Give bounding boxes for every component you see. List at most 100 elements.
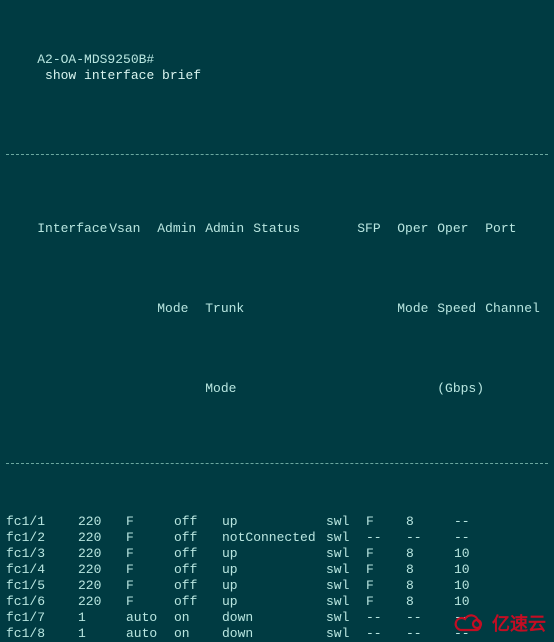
cell-oper-speed: 8 <box>406 594 454 610</box>
cell-admin-trunk: on <box>174 610 222 626</box>
header-row-3: Mode (Gbps) <box>6 365 548 413</box>
cell-admin-mode: F <box>126 594 174 610</box>
cell-admin-trunk: off <box>174 530 222 546</box>
cell-oper-mode: -- <box>366 610 406 626</box>
cell-vsan: 220 <box>78 546 126 562</box>
cell-sfp: swl <box>326 594 366 610</box>
divider-bottom <box>6 463 548 464</box>
cell-sfp: swl <box>326 514 366 530</box>
cell-admin-mode: F <box>126 562 174 578</box>
prompt-line: A2-OA-MDS9250B# show interface brief <box>6 36 548 100</box>
cell-vsan: 220 <box>78 594 126 610</box>
cell-sfp: swl <box>326 610 366 626</box>
cell-interface: fc1/5 <box>6 578 78 594</box>
cell-oper-mode: -- <box>366 626 406 642</box>
cell-vsan: 1 <box>78 626 126 642</box>
cell-port-channel: -- <box>454 514 514 530</box>
header-row-1: InterfaceVsanAdminAdminStatusSFPOperOper… <box>6 205 548 253</box>
cell-vsan: 220 <box>78 530 126 546</box>
table-row: fc1/2220FoffnotConnectedswl------ <box>6 530 548 546</box>
header-row-2: ModeTrunkModeSpeedChannel <box>6 285 548 333</box>
cell-sfp: swl <box>326 562 366 578</box>
cell-vsan: 1 <box>78 610 126 626</box>
cell-admin-mode: auto <box>126 626 174 642</box>
cell-oper-speed: 8 <box>406 562 454 578</box>
table-row: fc1/6220FoffupswlF810 <box>6 594 548 610</box>
cell-sfp: swl <box>326 626 366 642</box>
cell-interface: fc1/6 <box>6 594 78 610</box>
cell-admin-mode: F <box>126 546 174 562</box>
hdr-port-channel-2: Channel <box>485 301 545 317</box>
cell-status: down <box>222 626 326 642</box>
cell-interface: fc1/2 <box>6 530 78 546</box>
cell-status: up <box>222 578 326 594</box>
hdr-oper-speed-2: Speed <box>437 301 485 317</box>
table-row: fc1/1220FoffupswlF8-- <box>6 514 548 530</box>
cell-status: notConnected <box>222 530 326 546</box>
cell-port-channel: 10 <box>454 562 514 578</box>
cell-interface: fc1/7 <box>6 610 78 626</box>
cell-sfp: swl <box>326 530 366 546</box>
cell-oper-speed: -- <box>406 530 454 546</box>
cell-oper-speed: 8 <box>406 546 454 562</box>
table-row: fc1/3220FoffupswlF810 <box>6 546 548 562</box>
cell-oper-speed: -- <box>406 610 454 626</box>
cell-oper-speed: 8 <box>406 578 454 594</box>
cell-admin-mode: F <box>126 530 174 546</box>
cloud-icon <box>452 612 488 634</box>
hdr-admin-trunk-3: Mode <box>205 381 253 397</box>
cell-oper-mode: F <box>366 578 406 594</box>
cell-oper-mode: F <box>366 546 406 562</box>
cell-oper-mode: -- <box>366 530 406 546</box>
cell-vsan: 220 <box>78 578 126 594</box>
watermark: 亿速云 <box>452 610 546 636</box>
cell-vsan: 220 <box>78 562 126 578</box>
cell-sfp: swl <box>326 546 366 562</box>
command-text: show interface brief <box>45 68 201 83</box>
cell-port-channel: 10 <box>454 594 514 610</box>
table-row: fc1/5220FoffupswlF810 <box>6 578 548 594</box>
cell-sfp: swl <box>326 578 366 594</box>
hdr-vsan: Vsan <box>109 221 157 237</box>
cell-port-channel: -- <box>454 530 514 546</box>
cell-interface: fc1/3 <box>6 546 78 562</box>
hdr-admin-trunk-1: Admin <box>205 221 253 237</box>
cell-oper-speed: -- <box>406 626 454 642</box>
cell-admin-mode: F <box>126 514 174 530</box>
cell-port-channel: 10 <box>454 546 514 562</box>
cell-oper-speed: 8 <box>406 514 454 530</box>
cell-port-channel: 10 <box>454 578 514 594</box>
hdr-admin-trunk-2: Trunk <box>205 301 253 317</box>
cell-interface: fc1/4 <box>6 562 78 578</box>
shell-prompt: A2-OA-MDS9250B# <box>37 52 154 67</box>
table-row: fc1/4220FoffupswlF810 <box>6 562 548 578</box>
cell-admin-trunk: off <box>174 514 222 530</box>
hdr-admin-mode-1: Admin <box>157 221 205 237</box>
cell-status: up <box>222 594 326 610</box>
hdr-oper-speed-1: Oper <box>437 221 485 237</box>
cell-oper-mode: F <box>366 562 406 578</box>
hdr-admin-mode-2: Mode <box>157 301 205 317</box>
hdr-oper-speed-3: (Gbps) <box>437 381 485 397</box>
hdr-interface: Interface <box>37 221 109 237</box>
hdr-status: Status <box>253 221 357 237</box>
cell-admin-trunk: off <box>174 578 222 594</box>
cell-oper-mode: F <box>366 594 406 610</box>
hdr-port-channel-1: Port <box>485 221 545 237</box>
cell-status: up <box>222 514 326 530</box>
cell-admin-mode: auto <box>126 610 174 626</box>
cell-vsan: 220 <box>78 514 126 530</box>
cell-oper-mode: F <box>366 514 406 530</box>
cell-admin-mode: F <box>126 578 174 594</box>
divider-top <box>6 154 548 155</box>
hdr-oper-mode-1: Oper <box>397 221 437 237</box>
cell-status: up <box>222 546 326 562</box>
hdr-oper-mode-2: Mode <box>397 301 437 317</box>
watermark-text: 亿速云 <box>492 610 546 636</box>
cell-status: up <box>222 562 326 578</box>
cell-admin-trunk: off <box>174 546 222 562</box>
terminal-screen[interactable]: A2-OA-MDS9250B# show interface brief Int… <box>0 0 554 642</box>
cell-admin-trunk: off <box>174 594 222 610</box>
cell-interface: fc1/8 <box>6 626 78 642</box>
cell-status: down <box>222 610 326 626</box>
